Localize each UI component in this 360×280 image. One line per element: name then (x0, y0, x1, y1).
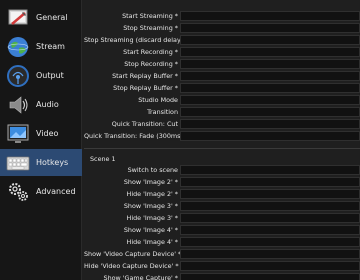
hotkey-row: Show 'Image 3' * (84, 200, 360, 212)
hotkey-row: Start Recording * (84, 46, 360, 58)
hotkey-label: Start Recording * (123, 48, 178, 56)
hotkey-row: Studio Mode (84, 94, 360, 106)
section-divider (84, 148, 360, 149)
hotkey-input[interactable] (180, 189, 360, 199)
hotkey-label: Stop Streaming * (123, 24, 178, 32)
hotkey-input[interactable] (180, 201, 360, 211)
hotkey-input[interactable] (180, 59, 360, 69)
hotkey-label: Hide 'Video Capture Device' * (84, 262, 179, 270)
sidebar-item-advanced[interactable]: Advanced (0, 178, 82, 205)
hotkey-input[interactable] (180, 83, 360, 93)
sidebar-item-audio[interactable]: Audio (0, 91, 82, 118)
hotkey-row: Hide 'Video Capture Device' * (84, 260, 360, 272)
sidebar-item-output[interactable]: Output (0, 62, 82, 89)
hotkey-row: Show 'Image 2' * (84, 176, 360, 188)
sidebar-item-label: Stream (36, 42, 65, 51)
hotkey-row: Show 'Game Capture' * (84, 272, 360, 280)
sidebar-item-label: Hotkeys (36, 158, 69, 167)
hotkey-label: Hide 'Image 2' * (126, 190, 178, 198)
hotkey-input[interactable] (180, 237, 360, 247)
settings-sidebar: General Stream Output Audio Video Hotkey… (0, 0, 82, 280)
hotkey-label: Hide 'Image 3' * (126, 214, 178, 222)
sidebar-item-general[interactable]: General (0, 4, 82, 31)
hotkey-input[interactable] (180, 23, 360, 33)
hotkey-input[interactable] (180, 107, 360, 117)
hotkey-label: Show 'Image 3' * (123, 202, 178, 210)
hotkey-row: Show 'Image 4' * (84, 224, 360, 236)
sidebar-item-label: Advanced (36, 187, 76, 196)
hotkey-input[interactable] (180, 11, 360, 21)
hotkey-label: Show 'Video Capture Device' * (84, 250, 182, 258)
hotkey-label: Transition (147, 108, 178, 116)
hotkey-input[interactable] (180, 261, 360, 271)
hotkey-input[interactable] (180, 213, 360, 223)
hotkey-label: Show 'Game Capture' * (103, 274, 178, 280)
hotkey-label: Studio Mode (138, 96, 178, 104)
hotkey-input[interactable] (180, 225, 360, 235)
hotkey-row: Hide 'Image 4' * (84, 236, 360, 248)
hotkey-input[interactable] (180, 177, 360, 187)
hotkey-input[interactable] (180, 131, 360, 141)
hotkey-label: Start Replay Buffer * (112, 72, 178, 80)
hotkey-row: Hide 'Image 3' * (84, 212, 360, 224)
hotkey-input[interactable] (180, 119, 360, 129)
hotkey-label: Stop Recording * (124, 60, 178, 68)
hotkey-row: Switch to scene (84, 164, 360, 176)
hotkey-label: Start Streaming * (122, 12, 178, 20)
hotkey-input[interactable] (180, 273, 360, 280)
speaker-icon (5, 92, 31, 118)
hotkey-row: Stop Streaming (discard delay) (84, 34, 360, 46)
hotkey-label: Switch to scene (127, 166, 178, 174)
sidebar-item-stream[interactable]: Stream (0, 33, 82, 60)
hotkey-input[interactable] (180, 165, 360, 175)
sidebar-item-label: General (36, 13, 68, 22)
sidebar-item-label: Video (36, 129, 59, 138)
hotkey-input[interactable] (180, 35, 360, 45)
hotkey-label: Hide 'Image 4' * (126, 238, 178, 246)
hotkeys-panel: Start Streaming * Stop Streaming * Stop … (84, 0, 360, 280)
hotkey-label: Show 'Image 2' * (123, 178, 178, 186)
sidebar-item-label: Audio (36, 100, 59, 109)
hotkey-input[interactable] (180, 71, 360, 81)
hotkey-input[interactable] (180, 249, 360, 259)
keyboard-icon (5, 150, 31, 176)
monitor-icon (5, 121, 31, 147)
sidebar-item-hotkeys[interactable]: Hotkeys (0, 149, 82, 176)
hotkey-label: Quick Transition: Fade (300ms) (84, 132, 183, 140)
hotkey-row: Start Streaming * (84, 10, 360, 22)
hotkey-input[interactable] (180, 95, 360, 105)
gears-icon (5, 179, 31, 205)
hotkey-label: Stop Replay Buffer * (113, 84, 178, 92)
hotkey-row: Quick Transition: Fade (300ms) (84, 130, 360, 142)
hotkey-label: Stop Streaming (discard delay) (84, 36, 184, 44)
hotkey-label: Show 'Image 4' * (123, 226, 178, 234)
hotkey-input[interactable] (180, 47, 360, 57)
hotkey-label: Quick Transition: Cut (111, 120, 178, 128)
hotkey-row: Start Replay Buffer * (84, 70, 360, 82)
hotkey-row: Stop Streaming * (84, 22, 360, 34)
hotkey-row: Stop Recording * (84, 58, 360, 70)
sidebar-item-label: Output (36, 71, 64, 80)
sidebar-item-video[interactable]: Video (0, 120, 82, 147)
hotkey-row: Show 'Video Capture Device' * (84, 248, 360, 260)
hotkey-row: Stop Replay Buffer * (84, 82, 360, 94)
hotkey-row: Hide 'Image 2' * (84, 188, 360, 200)
globe-icon (5, 34, 31, 60)
general-icon (5, 5, 31, 31)
output-icon (5, 63, 31, 89)
hotkey-row: Transition (84, 106, 360, 118)
hotkey-row: Quick Transition: Cut (84, 118, 360, 130)
